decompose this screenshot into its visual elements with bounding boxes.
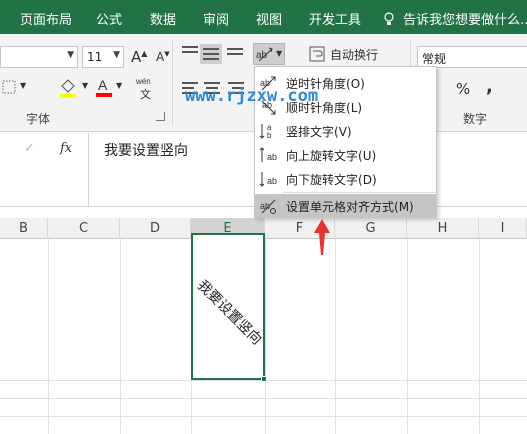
ribbon-tab-bar: 页面布局 公式 数据 审阅 视图 开发工具 告诉我您想要做什么... [0,0,527,34]
border-button[interactable] [2,80,16,97]
column-header-c[interactable]: C [48,218,120,239]
enter-button[interactable]: ✓ [24,141,35,156]
grid-line [120,239,121,434]
font-color-icon: A [96,77,112,97]
menu-shortcut: (D) [358,173,377,187]
svg-text:ab: ab [256,50,268,61]
grow-font-button[interactable]: A▲ [131,48,147,66]
chevron-down-icon[interactable]: ▼ [82,81,88,90]
formula-bar-divider [88,133,89,207]
rotate-down-icon: ab [259,172,277,187]
arrow-up-icon [314,219,330,255]
font-group-label: 字体 [26,112,51,126]
menu-shortcut: (O) [346,77,365,91]
menu-shortcut: (L) [346,101,363,115]
formula-input[interactable]: 我要设置竖向 [104,140,188,160]
column-header-g[interactable]: G [335,218,407,239]
font-size-value: 11 [87,50,103,64]
grow-font-label: A [131,48,142,66]
number-group-label: 数字 [463,112,488,126]
menu-item-vertical-text[interactable]: ab 竖排文字(V) [255,119,436,143]
lightbulb-icon [384,12,394,25]
menu-shortcut: (M) [394,200,414,214]
shrink-font-button[interactable]: A▼ [156,50,170,64]
chevron-down-icon: ▼ [276,49,283,58]
chevron-down-icon[interactable]: ▼ [20,81,26,90]
grid-line [0,398,527,399]
shrink-font-label: A [156,50,165,64]
orientation-button[interactable]: ab ▼ [253,43,285,65]
svg-text:ab: ab [267,176,277,186]
menu-label: 设置单元格对齐方式 [286,200,395,214]
svg-text:wén: wén [136,77,151,86]
number-format-box[interactable]: 常规 [417,46,527,68]
grid-line [48,239,49,434]
menu-shortcut: (V) [334,125,352,139]
font-size-box[interactable]: 11 ▼ [82,46,124,68]
menu-item-rotate-down[interactable]: ab 向下旋转文字(D) [255,167,436,191]
site-watermark: www.rjzxw.com [185,86,319,106]
phonetic-button[interactable]: wén 文 [135,76,160,103]
font-color-button[interactable]: A [95,76,113,101]
fill-bucket-icon [60,79,76,98]
fill-color-swatch [60,94,76,98]
menu-label: 向上旋转文字 [286,149,359,163]
align-bottom-button[interactable] [227,48,243,58]
grid-line [335,239,336,434]
svg-text:文: 文 [140,87,151,100]
border-icon [2,80,16,94]
phonetic-icon: wén文 [135,77,151,101]
grid-line [479,239,480,434]
tab-developer[interactable]: 开发工具 [309,9,361,28]
tab-data[interactable]: 数据 [150,9,176,28]
menu-shortcut: (U) [358,149,377,163]
number-format-value: 常规 [422,52,447,66]
menu-item-rotate-up[interactable]: ab 向上旋转文字(U) [255,143,436,167]
column-header-b[interactable]: B [0,218,48,239]
fill-handle[interactable] [261,376,267,382]
menu-separator [283,192,435,193]
wrap-text-button[interactable]: 自动换行 [309,46,378,63]
menu-label: 竖排文字 [286,125,335,139]
group-divider [172,40,173,126]
tell-me-search[interactable]: 告诉我您想要做什么... [383,9,527,28]
font-name-box[interactable]: ▼ [0,46,78,68]
align-top-button[interactable] [182,46,198,56]
orientation-icon: ab [256,47,273,62]
chevron-down-icon: ▼ [113,50,120,60]
comma-style-button[interactable]: , [486,76,493,97]
format-alignment-icon: ab [260,199,276,214]
svg-text:ab: ab [267,152,277,162]
tab-review[interactable]: 审阅 [203,9,229,28]
percent-style-button[interactable]: % [456,80,470,98]
wrap-text-label: 自动换行 [330,48,379,62]
column-header-h[interactable]: H [407,218,479,239]
menu-label: 向下旋转文字 [286,173,359,187]
chevron-down-icon: ▼ [67,50,74,60]
align-middle-button[interactable] [200,44,222,64]
svg-text:A: A [98,77,108,93]
wrap-text-icon [309,46,325,62]
rotate-up-icon: ab [259,147,277,162]
tab-formulas[interactable]: 公式 [96,9,122,28]
column-header-i[interactable]: I [479,218,527,239]
column-header-d[interactable]: D [120,218,191,239]
tab-page-layout[interactable]: 页面布局 [20,9,72,28]
vertical-text-icon: ab [259,123,272,140]
font-dialog-launcher-icon[interactable] [156,112,165,121]
chevron-down-icon[interactable]: ▼ [116,81,122,90]
grid-line [407,239,408,434]
fill-color-button[interactable] [58,78,78,101]
grid-line [0,416,527,417]
tell-me-text: 告诉我您想要做什么... [403,13,527,28]
menu-item-format-cell-alignment[interactable]: ab 设置单元格对齐方式(M) [255,194,436,218]
insert-function-button[interactable]: fx [60,141,72,156]
svg-text:b: b [267,131,272,140]
tab-view[interactable]: 视图 [256,9,282,28]
